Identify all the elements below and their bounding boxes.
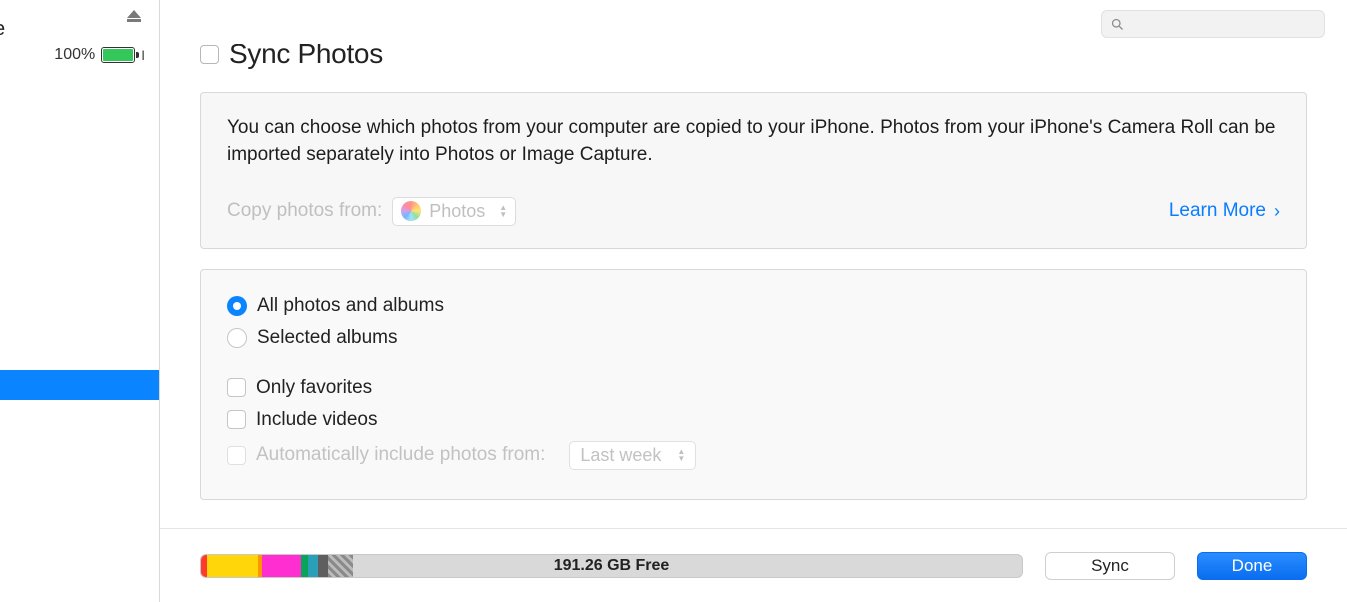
auto-include-select: Last week ▲▼ <box>569 441 696 470</box>
charging-icon: 𐰾 <box>141 46 145 64</box>
select-stepper-icon: ▲▼ <box>499 204 507 218</box>
checkbox-include-videos[interactable] <box>227 410 246 429</box>
footer: 191.26 GB Free Sync Done <box>160 528 1347 602</box>
eject-icon[interactable] <box>127 10 141 18</box>
copy-from-label: Copy photos from: <box>227 200 382 222</box>
radio-all-photos[interactable] <box>227 296 247 316</box>
select-stepper-icon: ▲▼ <box>677 448 685 462</box>
storage-bar[interactable]: 191.26 GB Free <box>200 554 1023 578</box>
checkbox-auto-include-label: Automatically include photos from: <box>256 444 545 466</box>
radio-selected-albums[interactable] <box>227 328 247 348</box>
learn-more-label: Learn More <box>1169 200 1266 222</box>
checkbox-auto-include <box>227 446 246 465</box>
page-title: Sync Photos <box>229 44 383 70</box>
done-button[interactable]: Done <box>1197 552 1307 580</box>
sidebar-item-selected[interactable] <box>0 370 159 400</box>
sync-description-panel: You can choose which photos from your co… <box>200 92 1307 249</box>
copy-from-select[interactable]: Photos ▲▼ <box>392 197 516 226</box>
sync-photos-checkbox[interactable] <box>200 45 219 64</box>
battery-status: 100% 𐰾 <box>0 18 159 64</box>
sync-description: You can choose which photos from your co… <box>227 115 1280 169</box>
photos-app-icon <box>401 201 421 221</box>
copy-from-value: Photos <box>429 201 485 222</box>
storage-free-label: 191.26 GB Free <box>201 555 1022 577</box>
sync-options-panel: All photos and albums Selected albums On… <box>200 269 1307 500</box>
radio-selected-albums-label: Selected albums <box>257 327 397 349</box>
checkbox-only-favorites[interactable] <box>227 378 246 397</box>
done-button-label: Done <box>1232 556 1273 576</box>
sync-button-label: Sync <box>1091 556 1129 576</box>
search-input[interactable] <box>1101 10 1325 38</box>
battery-icon <box>101 47 135 63</box>
search-field[interactable] <box>1125 16 1316 32</box>
sync-button[interactable]: Sync <box>1045 552 1175 580</box>
auto-include-value: Last week <box>580 445 661 466</box>
learn-more-link[interactable]: Learn More › <box>1169 200 1280 222</box>
battery-percent: 100% <box>54 46 95 64</box>
search-icon <box>1110 17 1125 32</box>
edge-letter: e <box>0 18 5 41</box>
checkbox-only-favorites-label: Only favorites <box>256 377 372 399</box>
chevron-right-icon: › <box>1274 201 1280 222</box>
checkbox-include-videos-label: Include videos <box>256 409 377 431</box>
sidebar: e 100% 𐰾 <box>0 0 160 602</box>
radio-all-photos-label: All photos and albums <box>257 295 444 317</box>
